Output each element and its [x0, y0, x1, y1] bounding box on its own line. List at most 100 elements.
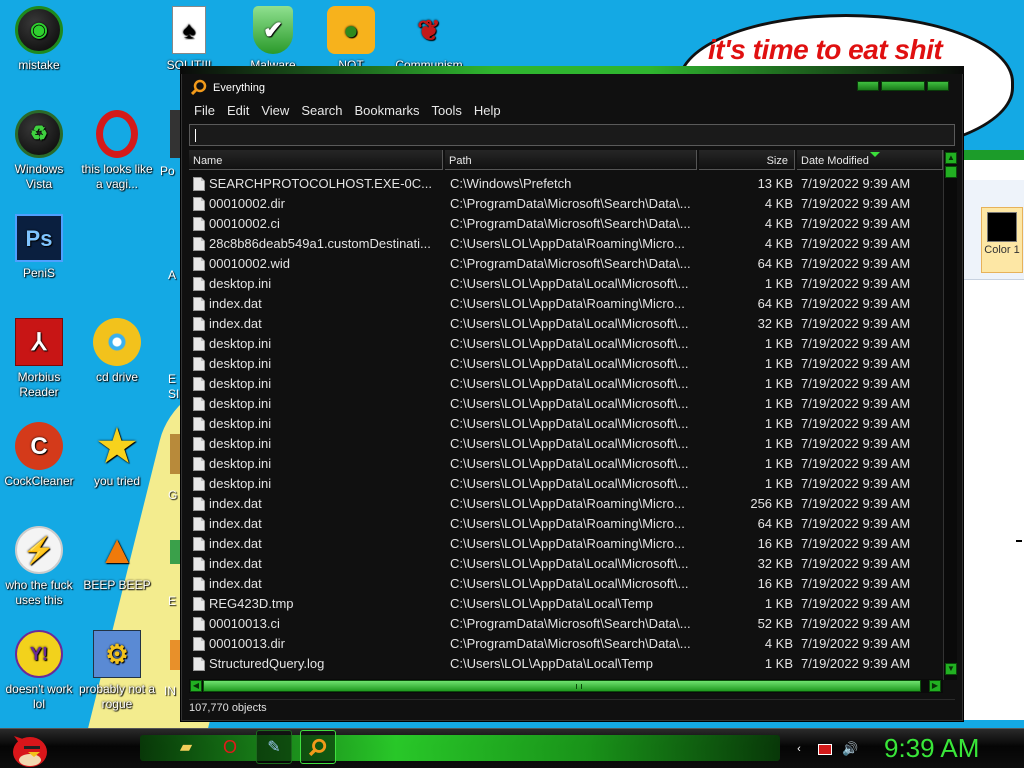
search-input[interactable] [189, 124, 955, 146]
menu-edit[interactable]: Edit [222, 101, 256, 121]
scroll-down-button[interactable]: ▼ [945, 663, 957, 675]
table-row[interactable]: index.dat C:\Users\LOL\AppData\Local\Micr… [189, 314, 943, 334]
desktop-icon-windows-vista[interactable]: ♻ Windows Vista [0, 110, 78, 192]
desktop-icon-partial[interactable]: E SIM [156, 318, 180, 404]
desktop-icon-label: BEEP BEEP [83, 578, 151, 592]
cell-size: 256 KB [750, 496, 793, 511]
desktop-icon-doesnt-work[interactable]: Y! doesn't work lol [0, 630, 78, 712]
table-row[interactable]: desktop.ini C:\Users\LOL\AppData\Local\Mi… [189, 354, 943, 374]
menu-bar: File Edit View Search Bookmarks Tools He… [189, 101, 508, 121]
table-row[interactable]: SEARCHPROTOCOLHOST.EXE-0C... C:\Windows\P… [189, 174, 943, 194]
desktop-icon-partial[interactable]: A [156, 214, 180, 284]
network-icon[interactable] [818, 744, 832, 755]
vertical-scrollbar[interactable]: ▲ ▼ [943, 150, 957, 680]
desktop-icon-probably-not-a-rogue[interactable]: ⚙ probably not a rogue [78, 630, 156, 712]
close-button[interactable] [927, 81, 949, 91]
desktop-icon-opera[interactable]: this looks like a vagi... [78, 110, 156, 192]
table-row[interactable]: desktop.ini C:\Users\LOL\AppData\Local\Mi… [189, 274, 943, 294]
speaker-icon[interactable]: 🔊 [842, 742, 858, 756]
menu-bookmarks[interactable]: Bookmarks [350, 101, 427, 121]
start-button[interactable] [6, 730, 50, 768]
paint-color-1-button[interactable]: Color 1 [981, 207, 1023, 273]
desktop-icon-cd-drive[interactable]: cd drive [78, 318, 156, 385]
table-row[interactable]: 00010002.ci C:\ProgramData\Microsoft\Sear… [189, 214, 943, 234]
desktop-icon-who-uses-this[interactable]: ⚡ who the fuck uses this [0, 526, 78, 608]
maximize-button[interactable] [881, 81, 925, 91]
desktop-icon-partial[interactable]: G [156, 434, 180, 504]
table-row[interactable]: desktop.ini C:\Users\LOL\AppData\Local\Mi… [189, 414, 943, 434]
table-row[interactable]: 00010013.dir C:\ProgramData\Microsoft\Sea… [189, 634, 943, 654]
table-row[interactable]: desktop.ini C:\Users\LOL\AppData\Local\Mi… [189, 374, 943, 394]
cell-name: 00010002.wid [209, 256, 290, 271]
menu-tools[interactable]: Tools [427, 101, 469, 121]
taskbar-clock[interactable]: 9:39 AM [884, 733, 979, 764]
horizontal-scrollbar[interactable]: ◀ ▶ [189, 679, 943, 693]
desktop-icon-not[interactable]: ● NOT [312, 6, 390, 70]
scroll-left-button[interactable]: ◀ [190, 680, 202, 692]
scroll-thumb[interactable] [945, 166, 957, 178]
desktop-icon-partial[interactable]: IN [156, 640, 180, 710]
table-row[interactable]: desktop.ini C:\Users\LOL\AppData\Local\Mi… [189, 394, 943, 414]
cell-date: 7/19/2022 9:39 AM [801, 416, 911, 431]
file-icon [193, 177, 205, 191]
desktop-icon-malware[interactable]: ✔ Malware [234, 6, 312, 70]
taskbar-everything-button[interactable] [300, 730, 336, 764]
cell-path: C:\Users\LOL\AppData\Roaming\Micro... [450, 236, 685, 251]
desktop-icon-partial[interactable]: E [156, 540, 180, 610]
desktop-icon-label: cd drive [95, 370, 139, 384]
table-row[interactable]: index.dat C:\Users\LOL\AppData\Local\Micr… [189, 554, 943, 574]
column-header-size[interactable]: Size [699, 150, 795, 170]
table-row[interactable]: desktop.ini C:\Users\LOL\AppData\Local\Mi… [189, 454, 943, 474]
menu-file[interactable]: File [189, 101, 222, 121]
table-row[interactable]: desktop.ini C:\Users\LOL\AppData\Local\Mi… [189, 434, 943, 454]
desktop-icon-morbius-reader[interactable]: ⅄ Morbius Reader [0, 318, 78, 400]
cell-size: 32 KB [757, 556, 793, 571]
table-row[interactable]: StructuredQuery.log C:\Users\LOL\AppData\… [189, 654, 943, 674]
cell-size: 1 KB [764, 336, 793, 351]
horizontal-scroll-thumb[interactable] [203, 680, 921, 692]
scroll-right-button[interactable]: ▶ [929, 680, 941, 692]
table-row[interactable]: 28c8b86deab549a1.customDestinati... C:\Us… [189, 234, 943, 254]
desktop-icon-cockcleaner[interactable]: C CockCleaner [0, 422, 78, 489]
cell-name: REG423D.tmp [209, 596, 294, 611]
minimize-button[interactable] [857, 81, 879, 91]
table-row[interactable]: index.dat C:\Users\LOL\AppData\Roaming\Mi… [189, 494, 943, 514]
table-row[interactable]: index.dat C:\Users\LOL\AppData\Local\Micr… [189, 574, 943, 594]
cell-size: 1 KB [764, 456, 793, 471]
desktop-icon-communism[interactable]: ❦ Communism [390, 6, 468, 70]
table-row[interactable]: 00010013.ci C:\ProgramData\Microsoft\Sear… [189, 614, 943, 634]
taskbar-paint-button[interactable]: ✎ [256, 730, 292, 764]
taskbar-opera-button[interactable]: O [212, 730, 248, 764]
table-row[interactable]: REG423D.tmp C:\Users\LOL\AppData\Local\Te… [189, 594, 943, 614]
desktop-icon-penis[interactable]: Ps PeniS [0, 214, 78, 281]
results-list[interactable]: SEARCHPROTOCOLHOST.EXE-0C... C:\Windows\P… [189, 174, 943, 674]
title-bar[interactable]: Everything [189, 77, 955, 99]
desktop-icon-you-tried[interactable]: ★ you tried [78, 422, 156, 489]
table-row[interactable]: 00010002.wid C:\ProgramData\Microsoft\Sea… [189, 254, 943, 274]
desktop-icon-mistake[interactable]: ◉ mistake [0, 6, 78, 73]
desktop-icon-solitaire[interactable]: ♠ SOLIT!!! [150, 6, 228, 70]
table-row[interactable]: index.dat C:\Users\LOL\AppData\Roaming\Mi… [189, 514, 943, 534]
column-header-path[interactable]: Path [445, 150, 697, 170]
everything-window[interactable]: Everything File Edit View Search Bookmar… [180, 66, 964, 722]
scroll-up-button[interactable]: ▲ [945, 152, 957, 164]
menu-search[interactable]: Search [296, 101, 349, 121]
cell-name: index.dat [209, 316, 262, 331]
table-row[interactable]: index.dat C:\Users\LOL\AppData\Roaming\Mi… [189, 294, 943, 314]
opera-icon: O [222, 736, 237, 757]
table-row[interactable]: index.dat C:\Users\LOL\AppData\Roaming\Mi… [189, 534, 943, 554]
cell-path: C:\Users\LOL\AppData\Roaming\Micro... [450, 496, 685, 511]
cell-date: 7/19/2022 9:39 AM [801, 396, 911, 411]
menu-view[interactable]: View [256, 101, 296, 121]
cell-path: C:\Users\LOL\AppData\Local\Microsoft\... [450, 336, 689, 351]
taskbar-explorer-button[interactable]: ▰ [168, 730, 204, 764]
table-row[interactable]: desktop.ini C:\Users\LOL\AppData\Local\Mi… [189, 474, 943, 494]
table-row[interactable]: desktop.ini C:\Users\LOL\AppData\Local\Mi… [189, 334, 943, 354]
cell-size: 4 KB [764, 196, 793, 211]
back-arrow-icon[interactable]: ‹ [792, 742, 806, 756]
desktop-icon-partial[interactable]: Po [156, 110, 180, 180]
desktop-icon-beep-beep[interactable]: ▲ BEEP BEEP [78, 526, 156, 593]
column-header-name[interactable]: Name [189, 150, 443, 170]
table-row[interactable]: 00010002.dir C:\ProgramData\Microsoft\Sea… [189, 194, 943, 214]
menu-help[interactable]: Help [469, 101, 508, 121]
